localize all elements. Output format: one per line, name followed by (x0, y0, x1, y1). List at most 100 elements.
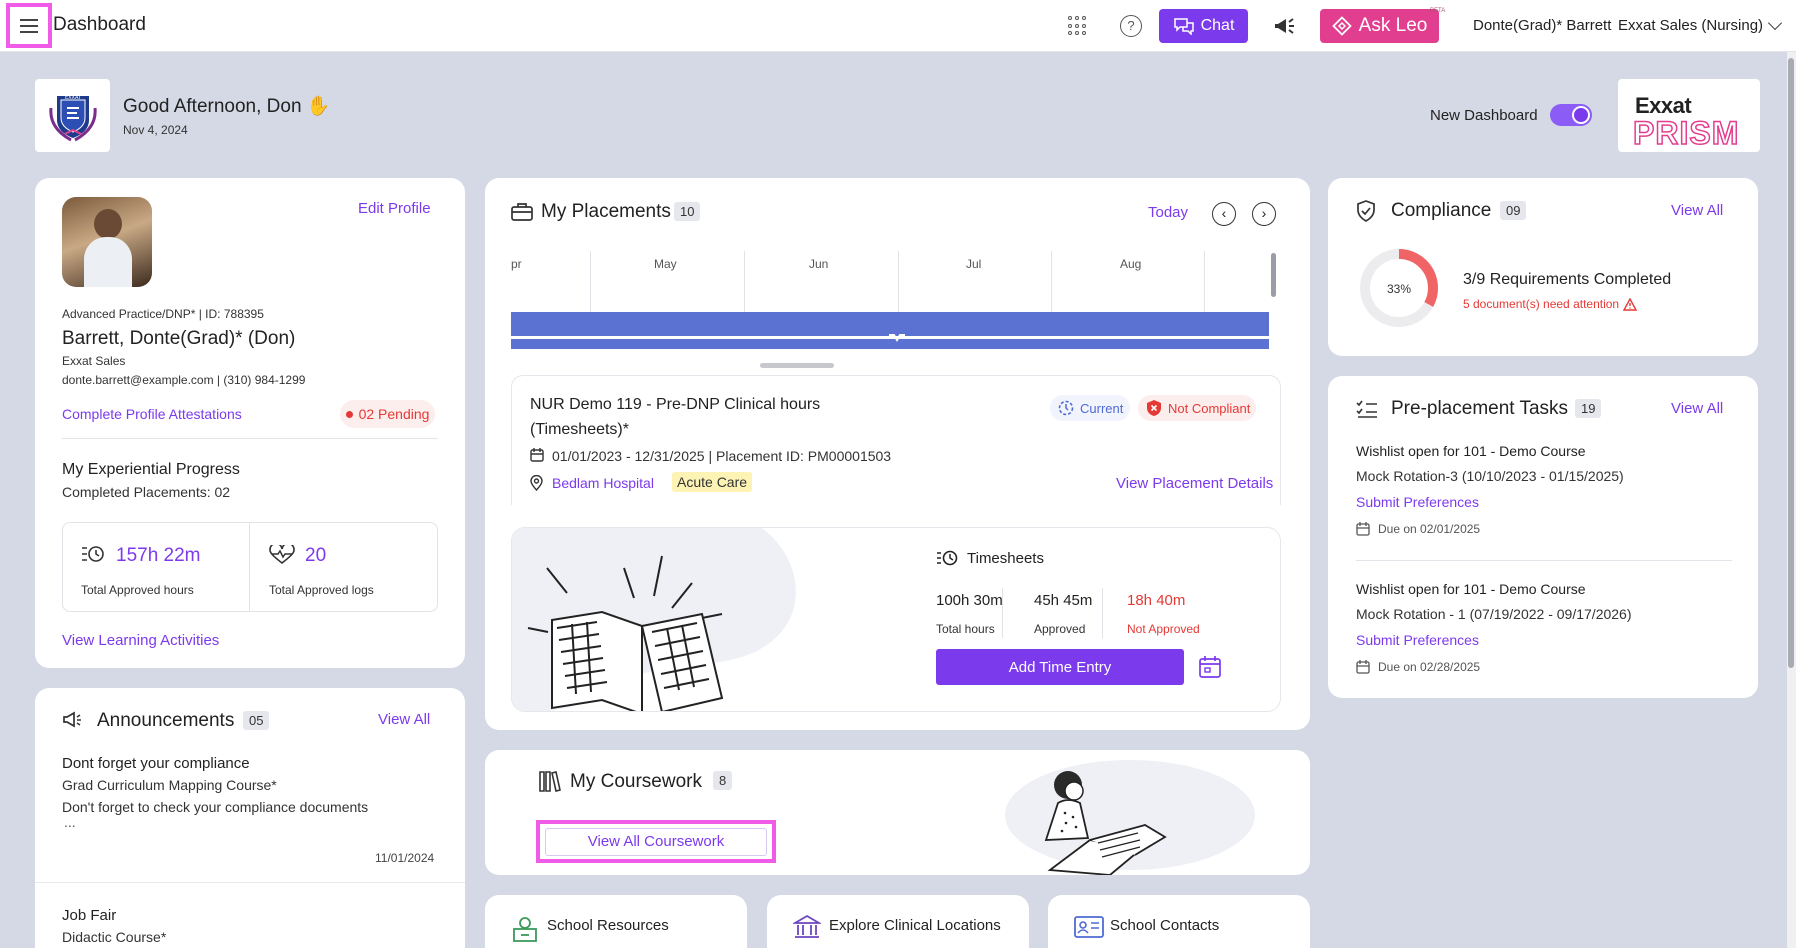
task-due: Due on 02/01/2025 (1378, 522, 1481, 536)
compliance-percent: 33% (1387, 282, 1411, 296)
placement-timeline[interactable]: pr May Jun Jul Aug (511, 251, 1279, 349)
month-label: pr (511, 257, 522, 271)
chevron-down-icon[interactable] (1767, 15, 1783, 31)
avatar (62, 197, 152, 287)
announcement-date: 11/01/2024 (375, 851, 435, 865)
org-name[interactable]: Exxat Sales (Nursing) (1618, 17, 1763, 34)
leo-icon (1331, 16, 1352, 36)
clock-list-icon (82, 546, 104, 562)
user-name[interactable]: Donte(Grad)* Barrett (1473, 17, 1611, 34)
progress-stats: 157h 22m Total Approved hours 20 Total A… (62, 522, 438, 612)
apps-grid-icon[interactable] (1068, 16, 1088, 36)
student-contact: donte.barrett@example.com | (310) 984-12… (62, 373, 306, 387)
megaphone-icon (63, 711, 81, 728)
coursework-count: 8 (713, 771, 733, 790)
ask-leo-label: Ask Leo (1358, 15, 1428, 36)
edit-profile-link[interactable]: Edit Profile (358, 200, 431, 217)
contact-card-icon (1074, 916, 1104, 938)
attention-notice[interactable]: 5 document(s) need attention (1463, 297, 1638, 311)
school-logo: EXXAT (35, 79, 110, 152)
top-bar: Dashboard ? Chat Ask Leo BETA Donte(Grad… (0, 0, 1796, 52)
new-dashboard-toggle[interactable] (1550, 104, 1592, 126)
page-scrollbar-thumb[interactable] (1788, 58, 1794, 668)
school-contacts-card[interactable]: School Contacts (1048, 895, 1310, 948)
profile-card: Edit Profile Advanced Practice/DNP* | ID… (35, 178, 465, 668)
open-book-illustration (512, 528, 796, 711)
compliance-view-all[interactable]: View All (1671, 202, 1723, 219)
announcements-count: 05 (243, 711, 270, 730)
horizontal-scrollbar[interactable] (760, 363, 834, 368)
tasks-view-all[interactable]: View All (1671, 400, 1723, 417)
view-all-coursework-button[interactable]: View All Coursework (545, 827, 767, 856)
school-resources-card[interactable]: School Resources (485, 895, 747, 948)
calendar-icon (1356, 522, 1370, 536)
page-scrollbar[interactable] (1787, 52, 1796, 948)
menu-icon (20, 18, 38, 33)
hamburger-menu-button[interactable] (6, 3, 52, 48)
program-id: Advanced Practice/DNP* | ID: 788395 (62, 307, 264, 321)
student-name: Barrett, Donte(Grad)* (Don) (62, 328, 296, 349)
announcement-course: Didactic Course* (62, 929, 167, 945)
help-icon[interactable]: ? (1120, 15, 1142, 37)
placement-site-link[interactable]: Bedlam Hospital (552, 475, 654, 491)
tasks-title: Pre-placement Tasks (1391, 398, 1569, 419)
task-title: Wishlist open for 101 - Demo Course (1356, 581, 1586, 597)
announcement-title[interactable]: Dont forget your compliance (62, 755, 250, 772)
chat-icon (1173, 18, 1194, 35)
chat-button[interactable]: Chat (1159, 9, 1248, 43)
compliance-card: Compliance 09 View All 33% 3/9 Requireme… (1328, 178, 1758, 356)
next-icon[interactable]: › (1252, 202, 1276, 226)
new-dashboard-label: New Dashboard (1430, 107, 1538, 124)
announcements-card: Announcements 05 View All Dont forget yo… (35, 688, 465, 948)
announcement-title[interactable]: Job Fair (62, 907, 116, 924)
clock-list-icon (937, 550, 958, 566)
timeline-scrollbar[interactable] (1271, 253, 1276, 297)
today-button[interactable]: Today (1148, 204, 1188, 221)
books-icon (539, 771, 561, 792)
megaphone-icon[interactable] (1272, 14, 1296, 38)
approved-value: 45h 45m (1034, 592, 1093, 609)
placements-card: My Placements 10 Today ‹ › pr May Jun Ju… (485, 178, 1310, 730)
pending-badge: 02 Pending (340, 400, 435, 428)
not-approved-label: Not Approved (1127, 622, 1200, 636)
checklist-icon (1356, 400, 1377, 418)
task-title: Wishlist open for 101 - Demo Course (1356, 443, 1586, 459)
not-compliant-badge: Not Compliant (1138, 395, 1256, 421)
compliance-progress-ring: 33% (1360, 249, 1438, 327)
add-time-entry-button[interactable]: Add Time Entry (936, 649, 1184, 685)
announcement-course: Grad Curriculum Mapping Course* (62, 777, 277, 793)
pending-dot-icon (345, 410, 353, 418)
profile-attestations-link[interactable]: Complete Profile Attestations (62, 406, 242, 422)
greeting-date: Nov 4, 2024 (123, 123, 188, 137)
view-placement-details-link[interactable]: View Placement Details (1116, 475, 1273, 492)
student-org: Exxat Sales (62, 354, 126, 368)
explore-clinical-locations-card[interactable]: Explore Clinical Locations (767, 895, 1029, 948)
coursework-card: My Coursework 8 View All Coursework (485, 750, 1310, 875)
ask-leo-button[interactable]: Ask Leo (1320, 9, 1439, 43)
chat-label: Chat (1200, 17, 1235, 34)
coursework-title: My Coursework (570, 771, 702, 792)
announcements-view-all[interactable]: View All (378, 711, 430, 728)
warning-icon (1623, 297, 1638, 311)
placement-course-subtitle: (Timesheets)* (530, 421, 629, 438)
compliance-title: Compliance (1391, 200, 1492, 221)
announcement-more[interactable]: ... (64, 814, 76, 830)
announcements-title: Announcements (97, 710, 235, 731)
month-label: Jul (966, 257, 982, 271)
exxat-prism-logo: Exxat PRISM (1618, 79, 1760, 152)
submit-preferences-link[interactable]: Submit Preferences (1356, 632, 1479, 648)
calendar-add-icon[interactable] (1198, 655, 1222, 679)
shield-x-icon (1147, 400, 1161, 416)
approved-hours-label: Total Approved hours (81, 583, 194, 597)
timesheets-title: Timesheets (967, 550, 1044, 567)
learning-activities-link[interactable]: View Learning Activities (62, 632, 219, 649)
announcement-body: Don't forget to check your compliance do… (62, 799, 369, 815)
approved-logs-label: Total Approved logs (269, 583, 374, 597)
total-hours-label: Total hours (936, 622, 995, 636)
view-all-coursework-highlight: View All Coursework (536, 820, 776, 863)
timeline-marker-icon (889, 334, 905, 342)
submit-preferences-link[interactable]: Submit Preferences (1356, 494, 1479, 510)
briefcase-icon (511, 203, 533, 221)
approved-label: Approved (1034, 622, 1086, 636)
previous-icon[interactable]: ‹ (1212, 202, 1236, 226)
